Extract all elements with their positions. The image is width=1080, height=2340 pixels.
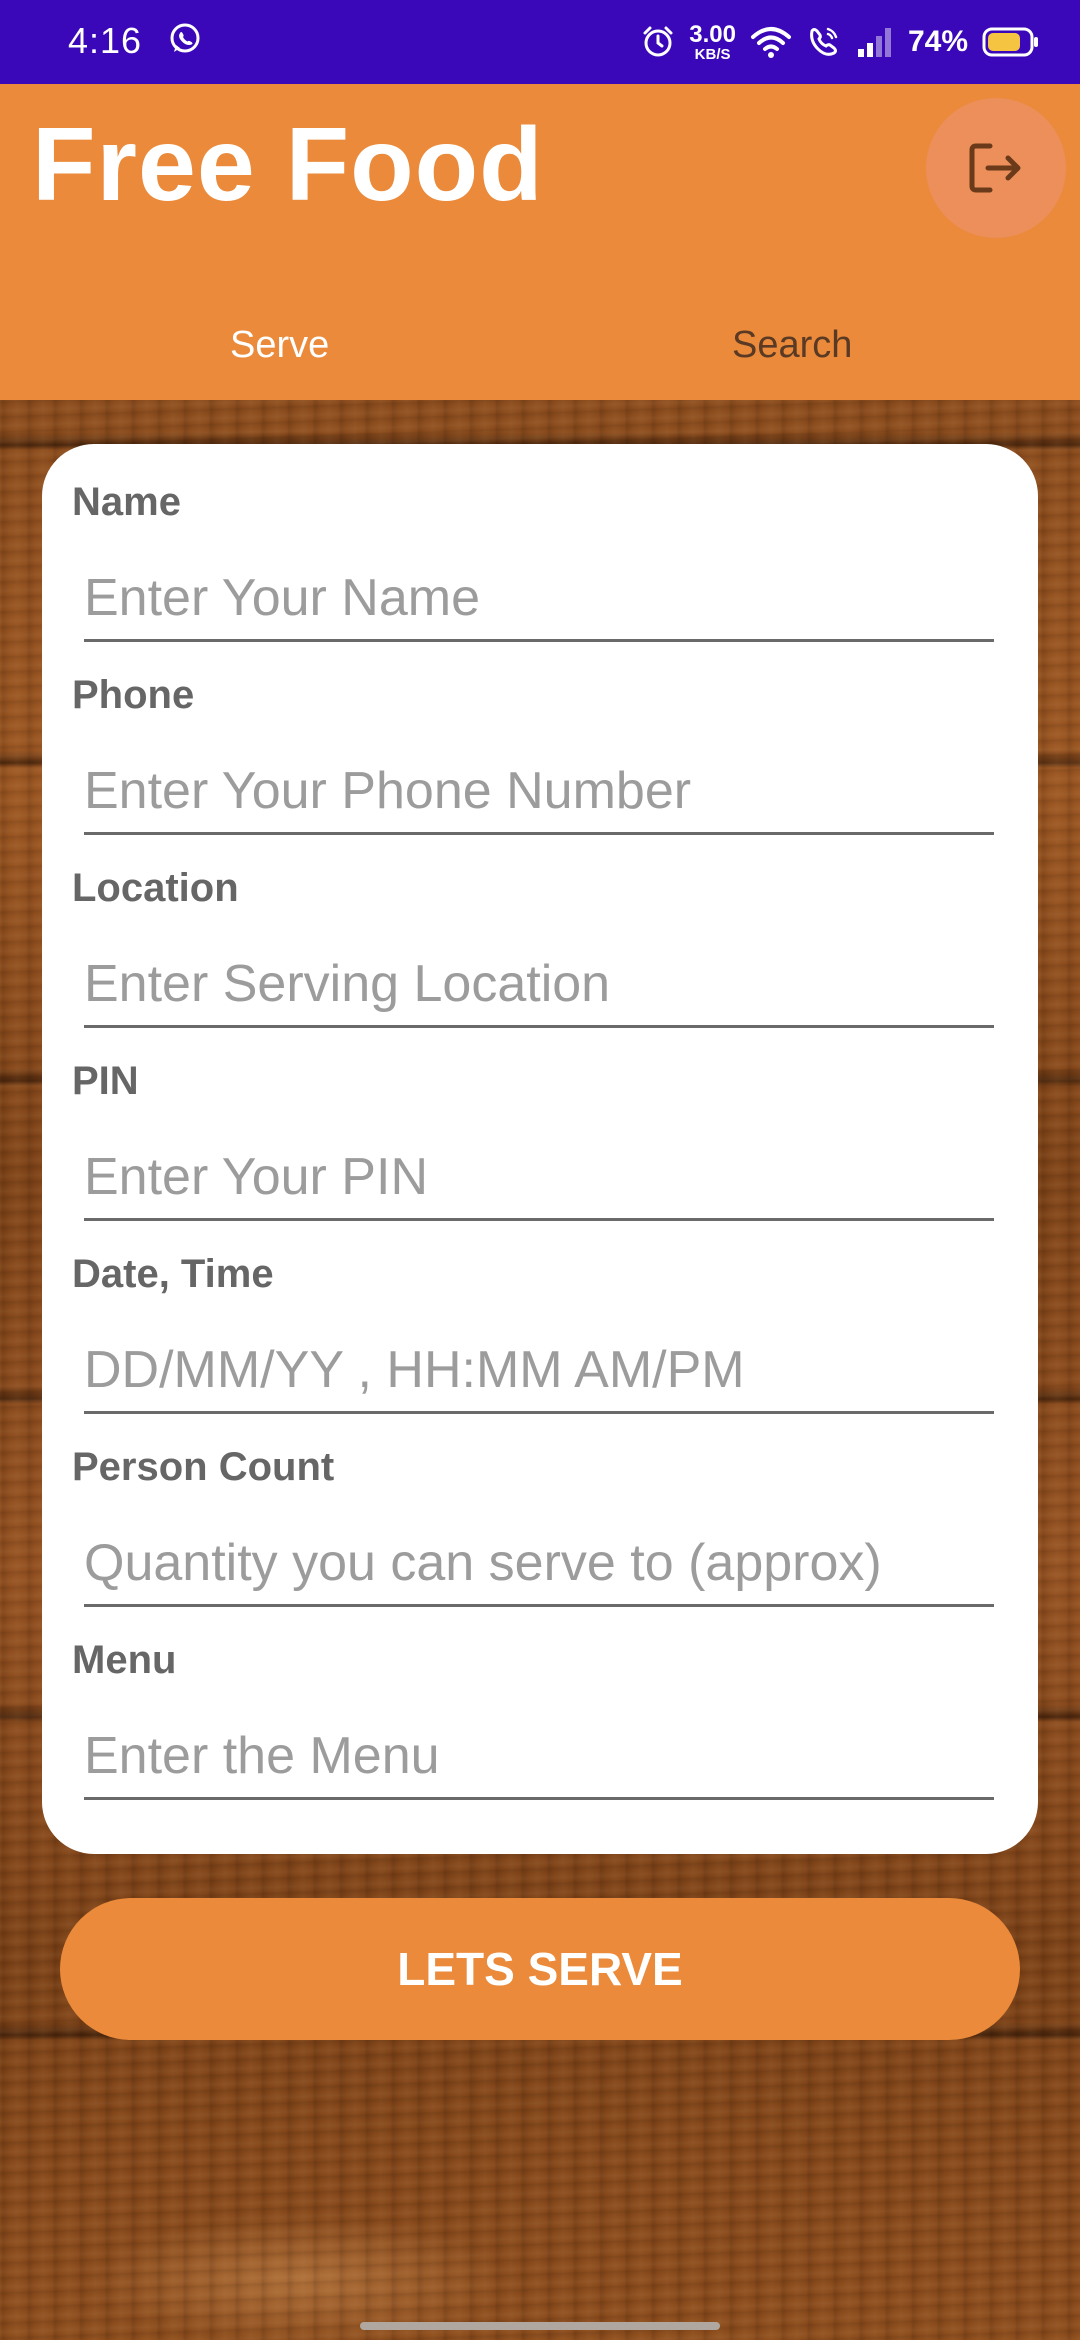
location-label: Location <box>72 866 239 910</box>
signal-icon <box>857 28 891 57</box>
logout-button[interactable] <box>926 98 1066 238</box>
pin-label: PIN <box>72 1059 139 1103</box>
app-bar: Free Food Serve Search <box>0 84 1080 400</box>
lets-serve-button[interactable]: LETS SERVE <box>60 1898 1020 2040</box>
alarm-icon <box>643 26 673 57</box>
battery-icon <box>982 27 1038 57</box>
menu-label: Menu <box>72 1638 177 1682</box>
battery-percent: 74% <box>907 25 968 58</box>
name-input[interactable] <box>84 556 994 642</box>
status-icons: 3.00 KB/S 74% <box>641 16 1040 68</box>
date-time-input[interactable] <box>84 1328 994 1414</box>
phone-input[interactable] <box>84 749 994 835</box>
wifi-calling-icon <box>810 27 838 56</box>
location-input[interactable] <box>84 942 994 1028</box>
person-count-input[interactable] <box>84 1521 994 1607</box>
menu-input[interactable] <box>84 1714 994 1800</box>
status-bar: 4:16 3.00 KB/S 74% <box>0 0 1080 84</box>
app-title: Free Food <box>32 107 544 223</box>
logout-icon <box>969 143 1021 193</box>
name-label: Name <box>72 480 181 524</box>
network-speed-unit: KB/S <box>694 45 731 63</box>
network-speed: 3.00 KB/S <box>689 20 736 63</box>
tab-serve[interactable]: Serve <box>230 324 329 367</box>
pin-input[interactable] <box>84 1135 994 1221</box>
whatsapp-icon <box>170 23 200 53</box>
tab-search[interactable]: Search <box>732 324 852 367</box>
status-time: 4:16 <box>68 20 143 61</box>
network-speed-value: 3.00 <box>689 20 736 48</box>
phone-label: Phone <box>72 673 195 717</box>
serve-form-card: Name Phone Location PIN Date, Time Perso… <box>42 444 1038 1854</box>
person-count-label: Person Count <box>72 1445 335 1489</box>
date-time-label: Date, Time <box>72 1252 274 1296</box>
home-indicator[interactable] <box>360 2322 720 2330</box>
wifi-icon <box>750 27 791 58</box>
